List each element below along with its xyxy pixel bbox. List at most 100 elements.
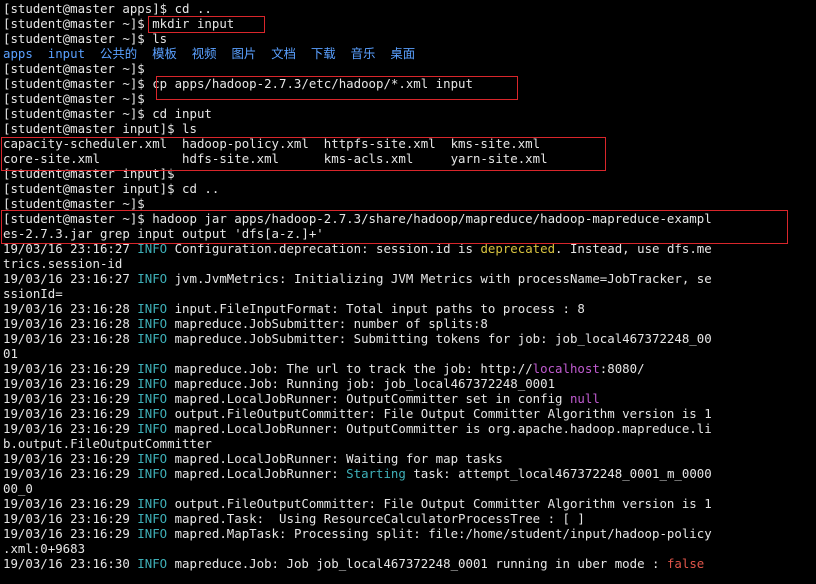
terminal-line: [student@master input]$ xyxy=(3,166,175,181)
terminal-text-segment: mapred.LocalJobRunner: OutputCommitter i… xyxy=(167,421,712,436)
terminal-text-segment: localhost xyxy=(532,361,600,376)
terminal-text-segment: trics.session-id xyxy=(3,256,123,271)
terminal-text-segment: 19/03/16 23:16:29 xyxy=(3,391,138,406)
terminal-text-segment: 视频 xyxy=(191,46,217,61)
terminal-line: 19/03/16 23:16:29 INFO mapred.LocalJobRu… xyxy=(3,451,503,466)
terminal-line: 19/03/16 23:16:27 INFO Configuration.dep… xyxy=(3,241,712,256)
terminal-text-segment: INFO xyxy=(137,271,168,286)
terminal-line: core-site.xml hdfs-site.xml kms-acls.xml… xyxy=(3,151,548,166)
terminal-text-segment: :8080/ xyxy=(599,361,645,376)
terminal-text-segment: . Instead, use dfs.me xyxy=(555,241,712,256)
terminal-text-segment: 19/03/16 23:16:27 xyxy=(3,271,138,286)
terminal-text-segment: ssionId= xyxy=(3,286,63,301)
terminal-line: 19/03/16 23:16:29 INFO mapreduce.Job: Th… xyxy=(3,361,645,376)
terminal-text-segment: deprecated xyxy=(480,241,556,256)
terminal-line: capacity-scheduler.xml hadoop-policy.xml… xyxy=(3,136,540,151)
terminal-line: 19/03/16 23:16:27 INFO jvm.JvmMetrics: I… xyxy=(3,271,712,286)
terminal-line: 19/03/16 23:16:28 INFO mapreduce.JobSubm… xyxy=(3,316,488,331)
terminal-text-segment: 19/03/16 23:16:29 xyxy=(3,526,138,541)
terminal-text-segment: INFO xyxy=(137,361,168,376)
terminal-text-segment: 19/03/16 23:16:29 xyxy=(3,511,138,526)
terminal-text-segment: 模板 xyxy=(152,46,177,61)
terminal-text-segment: core-site.xml hdfs-site.xml kms-acls.xml… xyxy=(3,151,548,166)
terminal-text-segment: INFO xyxy=(137,406,168,421)
terminal-text-segment: mapreduce.JobSubmitter: Submitting token… xyxy=(167,331,712,346)
terminal-text-segment: input xyxy=(47,46,86,61)
terminal-text-segment: mapred.LocalJobRunner: xyxy=(167,466,347,481)
terminal-text-segment: [student@master ~]$ hadoop jar apps/hado… xyxy=(3,211,712,226)
terminal-text-segment: 19/03/16 23:16:29 xyxy=(3,361,138,376)
terminal-text-segment: mapreduce.JobSubmitter: number of splits… xyxy=(167,316,488,331)
terminal-text-segment: mapred.LocalJobRunner: OutputCommitter s… xyxy=(167,391,570,406)
terminal-text-segment: INFO xyxy=(137,466,168,481)
terminal-line: [student@master input]$ cd .. xyxy=(3,181,219,196)
terminal-text-segment: 00_0 xyxy=(3,481,33,496)
terminal-text-segment: 19/03/16 23:16:29 xyxy=(3,466,138,481)
terminal-text-segment: jvm.JvmMetrics: Initializing JVM Metrics… xyxy=(167,271,712,286)
terminal-text-segment: 音乐 xyxy=(350,46,376,61)
terminal-text-segment: .xml:0+9683 xyxy=(3,541,86,556)
terminal-line: 19/03/16 23:16:28 INFO input.FileInputFo… xyxy=(3,301,585,316)
terminal-text-segment: 01 xyxy=(3,346,18,361)
terminal-text-segment: b.output.FileOutputCommitter xyxy=(3,436,212,451)
terminal-line: [student@master ~]$ cp apps/hadoop-2.7.3… xyxy=(3,76,473,91)
terminal-text-segment: Starting xyxy=(346,466,406,481)
terminal-line: [student@master apps]$ cd .. xyxy=(3,1,212,16)
terminal-text-segment: INFO xyxy=(137,526,168,541)
terminal-text-segment: 图片 xyxy=(231,46,257,61)
terminal-text-segment: INFO xyxy=(137,556,168,571)
terminal-text-segment: mapreduce.Job: Job job_local467372248_00… xyxy=(167,556,667,571)
terminal-text-segment: [student@master ~]$ ls xyxy=(3,31,168,46)
terminal-line: trics.session-id xyxy=(3,256,122,271)
terminal-line: 19/03/16 23:16:29 INFO mapred.LocalJobRu… xyxy=(3,421,712,436)
terminal-line: 19/03/16 23:16:29 INFO mapred.MapTask: P… xyxy=(3,526,712,541)
terminal-line: 19/03/16 23:16:29 INFO output.FileOutput… xyxy=(3,496,712,511)
terminal-text-segment: task: attempt_local467372248_0001_m_0000 xyxy=(405,466,712,481)
terminal-line: [student@master input]$ ls xyxy=(3,121,197,136)
terminal-text-segment: [student@master ~]$ xyxy=(3,61,145,76)
terminal-text-segment: mapred.LocalJobRunner: Waiting for map t… xyxy=(167,451,503,466)
terminal-line: [student@master ~]$ ls xyxy=(3,31,167,46)
terminal-line: ssionId= xyxy=(3,286,63,301)
terminal-window[interactable]: [student@master apps]$ cd .. [student@mas… xyxy=(0,0,816,584)
terminal-text-segment: 19/03/16 23:16:28 xyxy=(3,316,138,331)
terminal-text-segment: INFO xyxy=(137,511,168,526)
terminal-text-segment: 19/03/16 23:16:28 xyxy=(3,331,138,346)
terminal-text-segment: [student@master ~]$ cd input xyxy=(3,106,212,121)
terminal-text-segment: 公共的 xyxy=(100,46,138,61)
terminal-text-segment: [student@master input]$ ls xyxy=(3,121,197,136)
terminal-line: [student@master ~]$ hadoop jar apps/hado… xyxy=(3,211,712,226)
terminal-text-segment: 桌面 xyxy=(390,46,416,61)
terminal-text-segment: [student@master ~]$ cp apps/hadoop-2.7.3… xyxy=(3,76,473,91)
terminal-text-segment: 19/03/16 23:16:29 xyxy=(3,421,138,436)
terminal-text-segment: INFO xyxy=(137,421,168,436)
terminal-text-segment: INFO xyxy=(137,391,168,406)
terminal-text-segment: [student@master apps]$ cd .. xyxy=(3,1,212,16)
terminal-text-segment: INFO xyxy=(137,316,168,331)
terminal-line: .xml:0+9683 xyxy=(3,541,85,556)
terminal-line: 00_0 xyxy=(3,481,33,496)
terminal-text-segment: INFO xyxy=(137,331,168,346)
terminal-line: 19/03/16 23:16:30 INFO mapreduce.Job: Jo… xyxy=(3,556,704,571)
terminal-line: 19/03/16 23:16:29 INFO output.FileOutput… xyxy=(3,406,712,421)
terminal-text-segment: [student@master ~]$ xyxy=(3,196,145,211)
terminal-line: 19/03/16 23:16:29 INFO mapreduce.Job: Ru… xyxy=(3,376,555,391)
terminal-text-segment: INFO xyxy=(137,451,168,466)
terminal-text-segment: mapred.Task: Using ResourceCalculatorPro… xyxy=(167,511,585,526)
terminal-line: es-2.7.3.jar grep input output 'dfs[a-z.… xyxy=(3,226,324,241)
terminal-line: 19/03/16 23:16:29 INFO mapred.LocalJobRu… xyxy=(3,391,600,406)
terminal-text-segment: [student@master input]$ cd .. xyxy=(3,181,220,196)
terminal-text-segment: [student@master ~]$ xyxy=(3,91,145,106)
terminal-text-segment: 19/03/16 23:16:28 xyxy=(3,301,138,316)
terminal-line: 19/03/16 23:16:28 INFO mapreduce.JobSubm… xyxy=(3,331,712,346)
terminal-text-segment: Configuration.deprecation: session.id is xyxy=(167,241,481,256)
terminal-text-segment: 19/03/16 23:16:27 xyxy=(3,241,138,256)
terminal-text-segment: 19/03/16 23:16:29 xyxy=(3,406,138,421)
